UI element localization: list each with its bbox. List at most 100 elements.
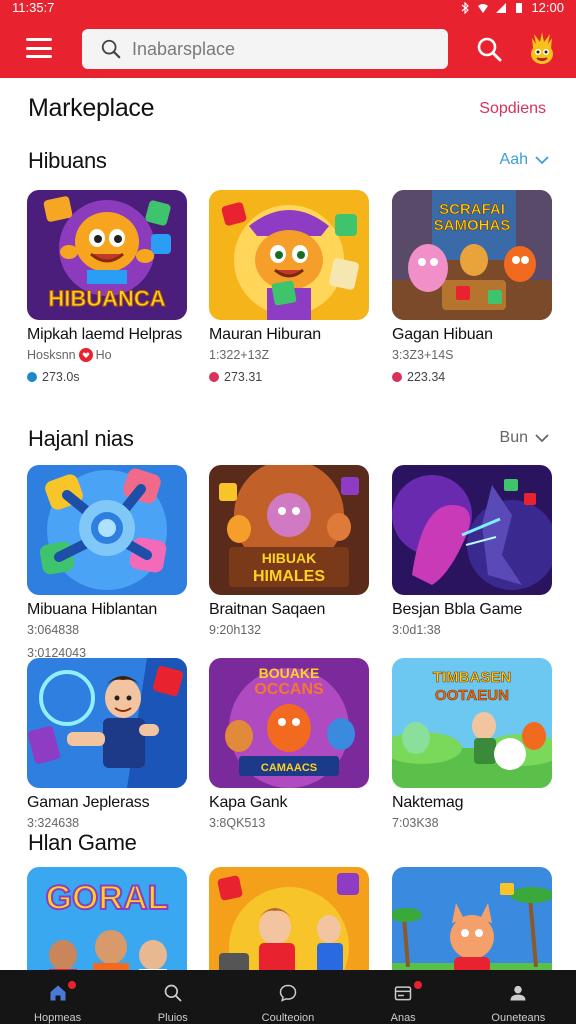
thumb-text: HIBUANCA xyxy=(48,286,165,311)
thumb-text: OCCANS xyxy=(254,681,324,698)
section-title: Hajanl nias xyxy=(28,426,134,451)
stat-value: 223.34 xyxy=(407,370,446,384)
game-thumbnail[interactable] xyxy=(27,465,187,595)
nav-item-chat[interactable]: Coulteoion xyxy=(230,970,345,1024)
card-subtitle: 9:20h132 xyxy=(209,623,262,637)
thumb-text: SAMOHAS xyxy=(434,217,511,234)
status-time: 11:35:7 xyxy=(12,0,55,15)
notification-badge xyxy=(413,981,422,989)
signal-icon xyxy=(496,3,507,13)
search-icon xyxy=(164,984,182,1002)
nav-label: Hopmeas xyxy=(34,1012,82,1024)
game-thumbnail[interactable]: TIMBASEN OOTAEUN xyxy=(392,658,552,788)
card-subtitle: 3:8QK513 xyxy=(209,816,266,830)
nav-label: Pluios xyxy=(157,1012,188,1024)
app-bar xyxy=(0,18,576,78)
game-thumbnail[interactable] xyxy=(27,658,187,788)
game-card[interactable]: GORAL xyxy=(27,867,187,970)
page-title: Markeplace xyxy=(28,94,155,122)
section-more-label: Bun xyxy=(499,429,528,446)
card-title: Mauran Hiburan xyxy=(209,326,321,343)
section-title: Hibuans xyxy=(28,148,107,173)
stat-dot-icon xyxy=(209,372,219,382)
thumb-text: SCRAFAI xyxy=(439,201,505,218)
game-thumbnail[interactable]: BOUAKE OCCANS CAMAACS xyxy=(209,658,369,788)
card-title: Naktemag xyxy=(392,794,464,811)
menu-icon[interactable] xyxy=(26,38,52,58)
stat-dot-icon xyxy=(392,372,402,382)
section-more-label: Aah xyxy=(499,151,528,168)
home-icon xyxy=(50,985,66,1001)
chat-icon xyxy=(279,984,297,1002)
search-bar[interactable] xyxy=(82,29,448,69)
card-subtitle: 1:322+13Z xyxy=(209,348,270,362)
game-card[interactable]: HIBUANCA Mipkah laemd Helpras Hosksnn Ho… xyxy=(27,190,187,384)
game-card[interactable]: BOUAKE OCCANS CAMAACS Kapa Gank 3:8QK513 xyxy=(209,658,369,830)
card-subtitle: 7:03K38 xyxy=(392,816,439,830)
nav-item-profile[interactable]: Ouneteans xyxy=(461,970,576,1024)
thumb-text: HIMALES xyxy=(253,568,325,585)
game-thumbnail[interactable]: SCRAFAI SAMOHAS xyxy=(392,190,552,320)
search-input[interactable] xyxy=(132,38,432,60)
card-title: Mipkah laemd Helpras xyxy=(27,326,183,343)
game-thumbnail[interactable]: HIBUANCA xyxy=(27,190,187,320)
game-card[interactable]: Besjan Bbla Game 3:0d1:38 xyxy=(392,465,552,637)
card-stat: 273.0s xyxy=(27,370,187,384)
card-subtitle-part: Ho xyxy=(95,348,112,362)
game-card[interactable]: SCRAFAI SAMOHAS Gagan Hibuan 3:3Z3+14S 2… xyxy=(392,190,552,384)
bluetooth-icon xyxy=(462,2,470,14)
nav-item-cards[interactable]: Anas xyxy=(346,970,461,1024)
stat-value: 273.31 xyxy=(224,370,263,384)
status-clock: 12:00 xyxy=(531,0,564,15)
nav-item-search[interactable]: Pluios xyxy=(115,970,230,1024)
game-thumbnail[interactable] xyxy=(209,190,369,320)
game-card[interactable]: Mauran Hiburan 1:322+13Z 273.31 xyxy=(209,190,369,384)
section-more-link[interactable]: Bun xyxy=(500,429,550,447)
game-card[interactable]: Gaman Jeplerass 3:324638 xyxy=(27,658,187,830)
card-subtitle: 3:0d1:38 xyxy=(392,623,441,637)
thumb-text: GORAL xyxy=(46,879,169,917)
card-title: Kapa Gank xyxy=(209,794,288,811)
main-content[interactable]: Markeplace Sopdiens Hibuans Aah HIBUANCA xyxy=(0,78,576,970)
card-title: Besjan Bbla Game xyxy=(392,601,523,618)
thumb-text: HIBUAK xyxy=(262,550,316,566)
chevron-down-icon xyxy=(535,156,549,165)
search-button-icon[interactable] xyxy=(474,34,504,64)
chevron-down-icon xyxy=(535,434,549,443)
game-thumbnail[interactable] xyxy=(392,867,552,970)
stat-value: 273.0s xyxy=(42,370,80,384)
game-thumbnail[interactable]: GORAL xyxy=(27,867,187,970)
status-bar: 11:35:7 12:00 xyxy=(0,0,576,18)
card-stat: 273.31 xyxy=(209,370,369,384)
mascot-avatar-icon[interactable] xyxy=(526,30,558,66)
header-action-link[interactable]: Sopdiens xyxy=(479,100,546,118)
card-title: Gagan Hibuan xyxy=(392,326,493,343)
stat-dot-icon xyxy=(27,372,37,382)
thumb-text: BOUAKE xyxy=(259,665,320,681)
nav-label: Ouneteans xyxy=(491,1012,546,1024)
thumb-text: OOTAEUN xyxy=(435,687,509,704)
card-subtitle: Hosksnn Ho xyxy=(27,348,187,362)
game-card[interactable] xyxy=(209,867,369,970)
nav-item-home[interactable]: Hopmeas xyxy=(0,970,115,1024)
card-subtitle: 3:324638 xyxy=(27,816,80,830)
game-thumbnail[interactable] xyxy=(392,465,552,595)
game-card[interactable]: TIMBASEN OOTAEUN Naktemag 7:03K38 xyxy=(392,658,552,830)
card-subtitle-part: Hosksnn xyxy=(27,348,76,362)
card-title: Gaman Jeplerass xyxy=(27,794,150,811)
thumb-text: TIMBASEN xyxy=(433,669,511,686)
section-title: Hlan Game xyxy=(28,830,137,855)
game-card[interactable]: Mibuana Hiblantan 3:064838 3:0124043 xyxy=(27,465,187,660)
game-card[interactable]: HIBUAK HIMALES Braitnan Saqaen 9:20h132 xyxy=(209,465,369,637)
nav-label: Anas xyxy=(390,1012,416,1024)
game-thumbnail[interactable]: HIBUAK HIMALES xyxy=(209,465,369,595)
wifi-icon xyxy=(478,4,489,13)
game-thumbnail[interactable] xyxy=(209,867,369,970)
nav-label: Coulteoion xyxy=(261,1012,315,1024)
section-more-link[interactable]: Aah xyxy=(500,151,550,169)
game-card[interactable] xyxy=(392,867,552,970)
bottom-navigation: Hopmeas Pluios Coulteoion Anas Ouneteans xyxy=(0,970,576,1024)
heart-icon xyxy=(78,348,93,362)
card-stat: 223.34 xyxy=(392,370,552,384)
status-icons: 12:00 xyxy=(459,0,564,16)
